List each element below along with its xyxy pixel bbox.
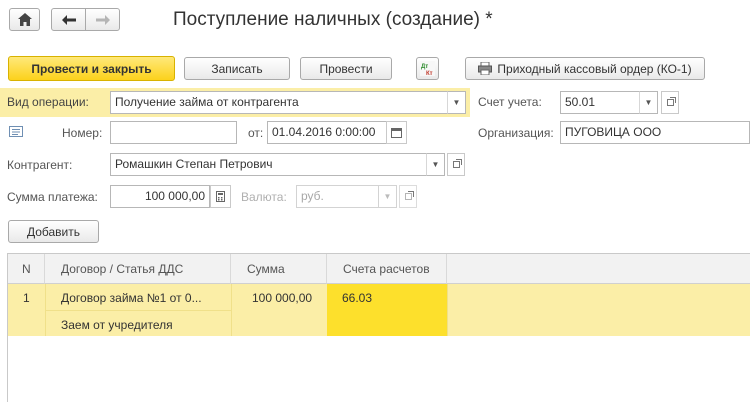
column-header-filler (447, 254, 750, 284)
currency-open-button[interactable] (399, 185, 417, 208)
calendar-icon (391, 127, 402, 138)
dt-kt-button[interactable]: Дт Кт (416, 57, 439, 80)
arrow-right-icon (95, 14, 110, 25)
forward-button[interactable] (85, 8, 120, 31)
amount-label: Сумма платежа: (7, 190, 98, 204)
currency-field[interactable]: руб. (296, 185, 379, 208)
account-dropdown[interactable]: ▼ (639, 91, 658, 114)
account-open-button[interactable] (661, 91, 679, 114)
row-divider (45, 310, 231, 311)
calculator-icon (216, 191, 225, 202)
home-icon (17, 13, 32, 26)
home-button[interactable] (9, 8, 40, 31)
counterparty-open-button[interactable] (447, 153, 465, 176)
save-button[interactable]: Записать (184, 57, 290, 80)
page-title: Поступление наличных (создание) * (173, 9, 493, 30)
number-field[interactable] (110, 121, 237, 144)
svg-text:Кт: Кт (426, 71, 433, 76)
table: N Договор / Статья ДДС Сумма Счета расче… (7, 253, 750, 402)
counterparty-field[interactable]: Ромашкин Степан Петрович (110, 153, 427, 176)
column-header-contract[interactable]: Договор / Статья ДДС (45, 254, 231, 284)
open-icon (404, 191, 414, 200)
column-header-n[interactable]: N (8, 254, 45, 284)
operation-type-field[interactable]: Получение займа от контрагента (110, 91, 448, 114)
account-label: Счет учета: (478, 95, 542, 109)
operation-type-label: Вид операции: (7, 95, 89, 109)
open-icon (452, 159, 462, 168)
column-divider (231, 284, 232, 336)
organization-field[interactable]: ПУГОВИЦА ООО (560, 121, 750, 144)
row-amount[interactable]: 100 000,00 (252, 291, 312, 305)
column-header-accounts[interactable]: Счета расчетов (327, 254, 447, 284)
column-divider (447, 284, 448, 336)
account-field[interactable]: 50.01 (560, 91, 640, 114)
calendar-button[interactable] (386, 121, 407, 144)
post-button[interactable]: Провести (300, 57, 392, 80)
currency-dropdown[interactable]: ▼ (378, 185, 397, 208)
amount-field[interactable]: 100 000,00 (110, 185, 210, 208)
organization-label: Организация: (478, 126, 554, 140)
row-article[interactable]: Заем от учредителя (61, 318, 173, 332)
dt-kt-icon: Дт Кт (420, 61, 435, 76)
svg-text:Дт: Дт (421, 64, 428, 70)
currency-label: Валюта: (241, 190, 287, 204)
counterparty-label: Контрагент: (7, 158, 73, 172)
date-from-label: от: (248, 126, 264, 140)
operation-type-dropdown[interactable]: ▼ (447, 91, 466, 114)
row-contract[interactable]: Договор займа №1 от 0... (61, 291, 202, 305)
open-icon (666, 97, 676, 106)
document-icon (9, 126, 23, 137)
print-order-button[interactable]: Приходный кассовый ордер (КО-1) (465, 57, 705, 80)
date-field[interactable]: 01.04.2016 0:00:00 (267, 121, 387, 144)
row-account[interactable]: 66.03 (342, 291, 372, 305)
number-label: Номер: (62, 126, 103, 140)
counterparty-dropdown[interactable]: ▼ (426, 153, 445, 176)
print-order-label: Приходный кассовый ордер (КО-1) (497, 61, 692, 76)
calculator-button[interactable] (210, 185, 231, 208)
column-header-amount[interactable]: Сумма (231, 254, 327, 284)
printer-icon (478, 62, 493, 75)
post-and-close-button[interactable]: Провести и закрыть (8, 56, 175, 81)
add-button[interactable]: Добавить (8, 220, 99, 243)
back-button[interactable] (51, 8, 86, 31)
arrow-left-icon (61, 14, 76, 25)
row-number: 1 (23, 291, 30, 305)
